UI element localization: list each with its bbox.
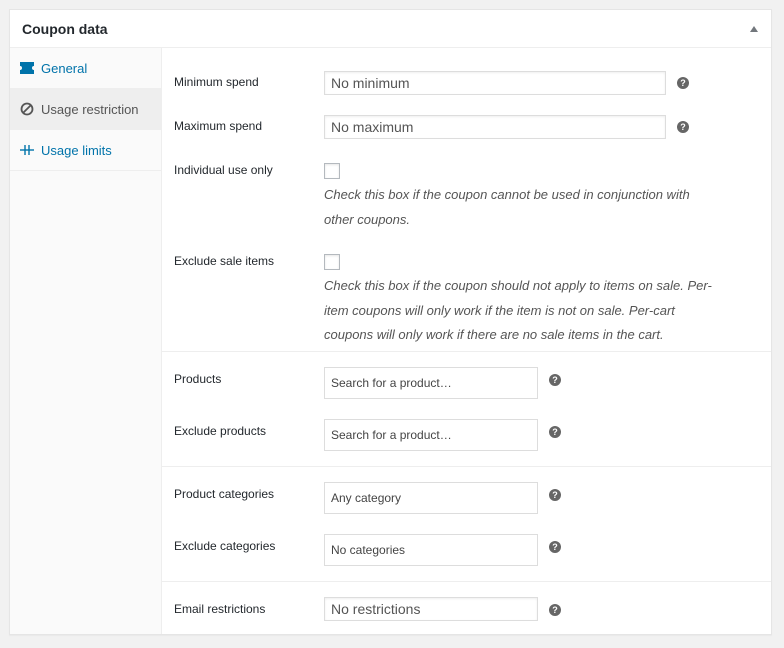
categories-group: Product categories Any category ? Exclud…: [162, 467, 771, 582]
coupon-data-metabox: Coupon data General Usage restriction Us…: [9, 9, 772, 635]
exclude-sale-items-description: Check this box if the coupon should not …: [324, 274, 712, 348]
exclude-products-placeholder: Search for a product…: [331, 428, 452, 442]
email-restrictions-help-icon[interactable]: ?: [549, 604, 561, 616]
svg-text:?: ?: [552, 542, 558, 552]
usage-restriction-panel: Minimum spend ? Maximum spend ? Individu…: [162, 48, 771, 634]
description-line: item coupons will only work if the item …: [324, 302, 675, 318]
maximum-spend-label: Maximum spend: [174, 119, 263, 133]
product-categories-label: Product categories: [174, 487, 275, 501]
exclude-categories-select[interactable]: No categories: [324, 534, 538, 566]
description-line: Check this box if the coupon should not …: [324, 278, 712, 293]
tab-usage-restriction-label: Usage restriction: [41, 101, 139, 117]
ticket-icon: [19, 60, 35, 76]
product-categories-placeholder: Any category: [331, 491, 402, 505]
description-line: other coupons.: [324, 211, 411, 227]
individual-use-label: Individual use only: [174, 163, 273, 177]
email-restrictions-input[interactable]: [324, 597, 538, 621]
product-categories-help-icon[interactable]: ?: [549, 489, 561, 501]
email-restrictions-group: Email restrictions ?: [162, 582, 771, 637]
svg-text:?: ?: [552, 375, 558, 385]
exclude-sale-items-checkbox[interactable]: [324, 254, 340, 270]
product-categories-select[interactable]: Any category: [324, 482, 538, 514]
exclude-sale-items-label: Exclude sale items: [174, 254, 275, 268]
exclude-products-help-icon[interactable]: ?: [549, 426, 561, 438]
metabox-title: Coupon data: [22, 21, 108, 37]
spend-options-group: Minimum spend ? Maximum spend ? Individu…: [162, 48, 771, 352]
coupon-tabs: General Usage restriction Usage limits: [10, 48, 162, 634]
minimum-spend-label: Minimum spend: [174, 75, 259, 89]
products-label: Products: [174, 372, 222, 386]
exclude-products-search-select[interactable]: Search for a product…: [324, 419, 538, 451]
maximum-spend-help-icon[interactable]: ?: [677, 121, 689, 133]
individual-use-description: Check this box if the coupon cannot be u…: [324, 183, 690, 232]
products-help-icon[interactable]: ?: [549, 374, 561, 386]
block-icon: [19, 101, 35, 117]
tab-general[interactable]: General: [10, 48, 161, 89]
products-search-select[interactable]: Search for a product…: [324, 367, 538, 399]
exclude-categories-label: Exclude categories: [174, 539, 276, 553]
minimum-spend-help-icon[interactable]: ?: [677, 77, 689, 89]
description-line: Check this box if the coupon cannot be u…: [324, 187, 690, 202]
svg-text:?: ?: [552, 490, 558, 500]
minimum-spend-input[interactable]: [324, 71, 666, 95]
svg-text:?: ?: [680, 122, 686, 132]
maximum-spend-input[interactable]: [324, 115, 666, 139]
products-group: Products Search for a product… ? Exclude…: [162, 352, 771, 467]
tab-usage-limits-label: Usage limits: [41, 142, 112, 158]
limits-icon: [19, 142, 35, 158]
description-line: coupons will only work if there are no s…: [324, 327, 664, 342]
collapse-toggle-icon[interactable]: [747, 23, 761, 35]
tab-general-label: General: [41, 60, 88, 76]
exclude-categories-placeholder: No categories: [331, 543, 406, 557]
tab-usage-limits[interactable]: Usage limits: [10, 130, 161, 171]
exclude-products-label: Exclude products: [174, 424, 267, 438]
email-restrictions-label: Email restrictions: [174, 602, 266, 616]
products-placeholder: Search for a product…: [331, 376, 452, 390]
metabox-header[interactable]: Coupon data: [10, 10, 771, 48]
exclude-categories-help-icon[interactable]: ?: [549, 541, 561, 553]
coupon-panel-wrap: General Usage restriction Usage limits M…: [10, 48, 771, 634]
svg-text:?: ?: [552, 605, 558, 615]
individual-use-checkbox[interactable]: [324, 163, 340, 179]
tab-usage-restriction[interactable]: Usage restriction: [10, 89, 161, 130]
svg-text:?: ?: [552, 427, 558, 437]
svg-text:?: ?: [680, 78, 686, 88]
